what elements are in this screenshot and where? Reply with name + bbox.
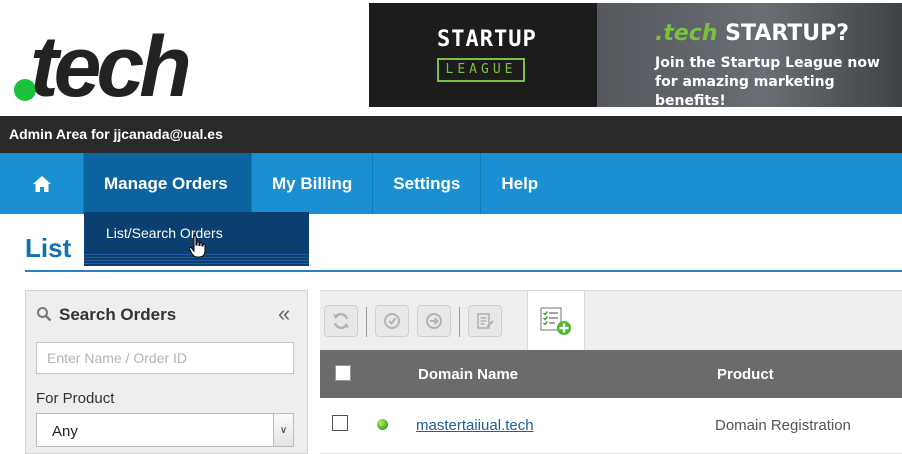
domain-link[interactable]: mastertaiiual.tech: [416, 417, 534, 434]
product-cell: Domain Registration: [715, 417, 851, 434]
transfer-button[interactable]: [417, 305, 451, 337]
orders-toolbar: [320, 290, 902, 351]
league-wordmark-bottom: LEAGUE: [437, 58, 525, 82]
toolbar-separator: [366, 307, 367, 337]
add-order-button[interactable]: [527, 291, 585, 351]
chevron-down-icon: ∨: [273, 414, 293, 446]
nav-home[interactable]: [0, 153, 84, 214]
order-search-input[interactable]: [36, 342, 294, 374]
nav-settings[interactable]: Settings: [373, 153, 482, 214]
page: tech STARTUP LEAGUE .tech STARTUP? Join …: [0, 0, 902, 454]
toolbar-separator: [459, 307, 460, 337]
renew-button[interactable]: [375, 305, 409, 337]
banner-promo-panel: .tech STARTUP? Join the Startup League n…: [597, 3, 902, 107]
status-active-icon: [377, 419, 388, 430]
title-divider: [25, 270, 902, 272]
banner-league-panel: STARTUP LEAGUE: [369, 3, 597, 107]
nav-my-billing[interactable]: My Billing: [252, 153, 374, 214]
search-icon: [37, 307, 52, 322]
column-product[interactable]: Product: [717, 366, 774, 383]
edit-list-button[interactable]: [468, 305, 502, 337]
table-row: mastertaiiual.tech Domain Registration: [320, 398, 902, 454]
row-checkbox[interactable]: [332, 415, 348, 431]
renew-icon: [384, 313, 400, 329]
startup-league-banner[interactable]: STARTUP LEAGUE .tech STARTUP? Join the S…: [369, 3, 902, 107]
product-filter-value: Any: [52, 423, 78, 440]
league-wordmark-top: STARTUP: [437, 27, 537, 52]
banner-headline: .tech STARTUP?: [655, 21, 849, 46]
admin-area-bar: Admin Area for jjcanada@ual.es: [0, 116, 902, 153]
hand-cursor-icon: [188, 235, 206, 258]
select-all-checkbox[interactable]: [335, 365, 351, 381]
logo-text: tech: [30, 19, 192, 115]
edit-list-icon: [477, 313, 494, 329]
add-list-icon: [540, 307, 571, 335]
search-orders-title: Search Orders: [59, 305, 177, 324]
product-filter-select[interactable]: Any ∨: [36, 413, 294, 447]
refresh-icon: [333, 312, 349, 330]
nav-manage-orders[interactable]: Manage Orders: [84, 153, 252, 214]
collapse-panel-button[interactable]: «: [278, 301, 290, 327]
banner-headline-suffix: STARTUP?: [725, 21, 850, 46]
home-icon: [32, 175, 51, 192]
transfer-icon: [426, 313, 442, 329]
orders-table-header: Domain Name Product: [320, 350, 902, 398]
page-title: List: [25, 233, 72, 263]
main-nav: Manage Orders My Billing Settings Help: [0, 153, 902, 214]
column-domain-name[interactable]: Domain Name: [418, 366, 518, 383]
product-filter-label: For Product: [36, 390, 115, 407]
tech-logo[interactable]: tech: [8, 19, 338, 115]
banner-headline-prefix: .tech: [655, 21, 718, 46]
search-orders-panel: Search Orders « For Product Any ∨: [25, 290, 308, 454]
nav-help[interactable]: Help: [481, 153, 558, 214]
banner-subtext: Join the Startup League now for amazing …: [655, 55, 880, 107]
refresh-button[interactable]: [324, 305, 358, 337]
